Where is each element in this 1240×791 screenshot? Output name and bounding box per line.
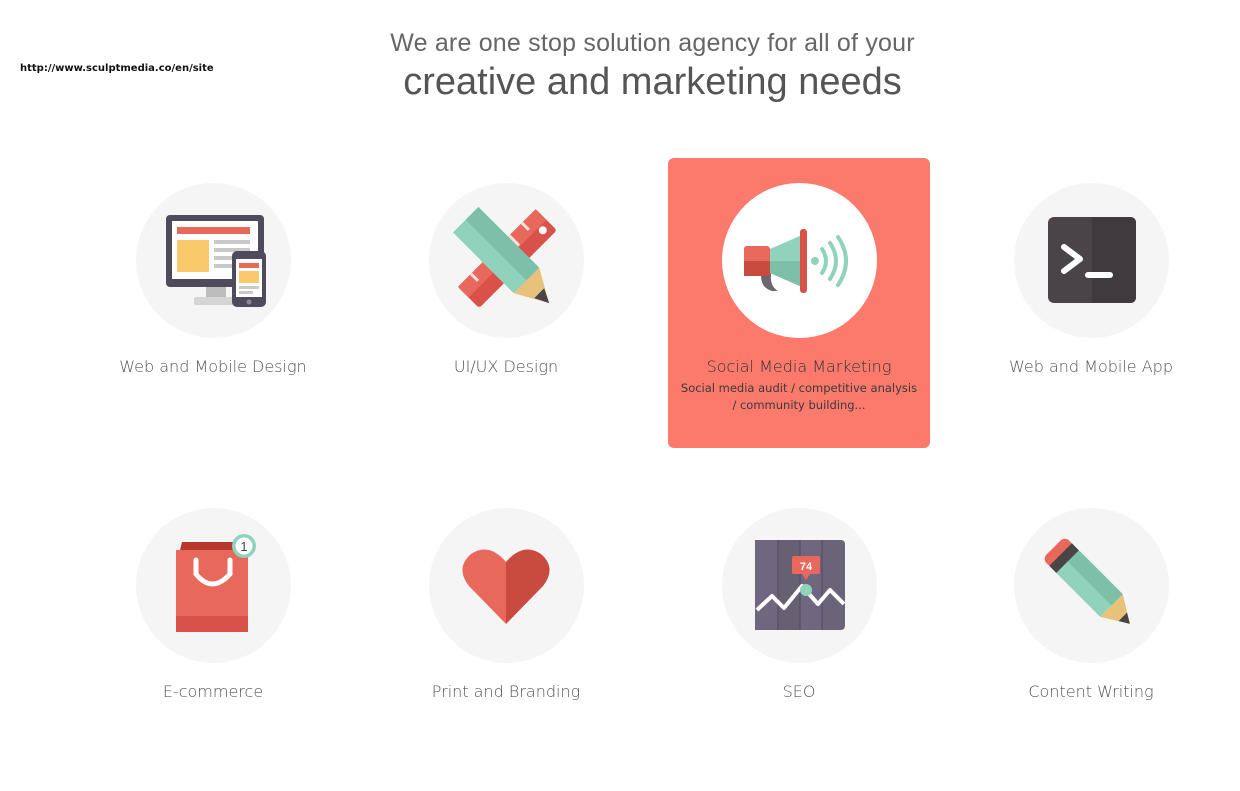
service-card-e-commerce[interactable]: 1 E-commerce	[82, 483, 344, 773]
shopping-bag-icon: 1	[176, 534, 256, 632]
icon-circle	[429, 183, 584, 338]
megaphone-icon	[744, 229, 848, 293]
service-title: E-commerce	[162, 682, 264, 701]
icon-circle	[1014, 183, 1169, 338]
service-card-web-mobile-app[interactable]: Web and Mobile App	[960, 158, 1222, 448]
service-title: UI/UX Design	[453, 357, 559, 376]
service-card-social-media-marketing[interactable]: Social Media Marketing Social media audi…	[668, 158, 930, 448]
headline-line-1: We are one stop solution agency for all …	[390, 29, 915, 57]
seo-value-badge: 74	[800, 561, 813, 573]
pencil-ruler-icon	[452, 206, 556, 307]
headline-line-2: creative and marketing needs	[403, 61, 902, 103]
service-card-print-branding[interactable]: Print and Branding	[375, 483, 637, 773]
icon-circle	[722, 183, 877, 338]
heart-icon	[462, 549, 550, 624]
analytics-chart-icon: 74	[755, 540, 846, 630]
icon-circle	[1014, 508, 1169, 663]
service-title: SEO	[782, 682, 816, 701]
icon-circle: 74	[722, 508, 877, 663]
pencil-icon	[1044, 538, 1130, 624]
icon-circle	[136, 183, 291, 338]
service-title: Web and Mobile Design	[119, 357, 307, 376]
icon-circle: 1	[136, 508, 291, 663]
headline: We are one stop solution agency for all …	[0, 28, 1240, 104]
service-title: Web and Mobile App	[1009, 357, 1173, 376]
service-title: Print and Branding	[431, 682, 581, 701]
service-card-web-mobile-design[interactable]: Web and Mobile Design	[82, 158, 344, 448]
service-card-seo[interactable]: 74 SEO	[668, 483, 930, 773]
service-title: Social Media Marketing	[706, 357, 892, 376]
devices-icon	[166, 215, 266, 307]
service-card-content-writing[interactable]: Content Writing	[960, 483, 1222, 773]
service-title: Content Writing	[1028, 682, 1154, 701]
terminal-icon	[1048, 217, 1136, 303]
icon-circle	[429, 508, 584, 663]
bag-badge: 1	[240, 539, 247, 554]
service-description: Social media audit / competitive analysi…	[680, 381, 918, 412]
service-card-ui-ux-design[interactable]: UI/UX Design	[375, 158, 637, 448]
